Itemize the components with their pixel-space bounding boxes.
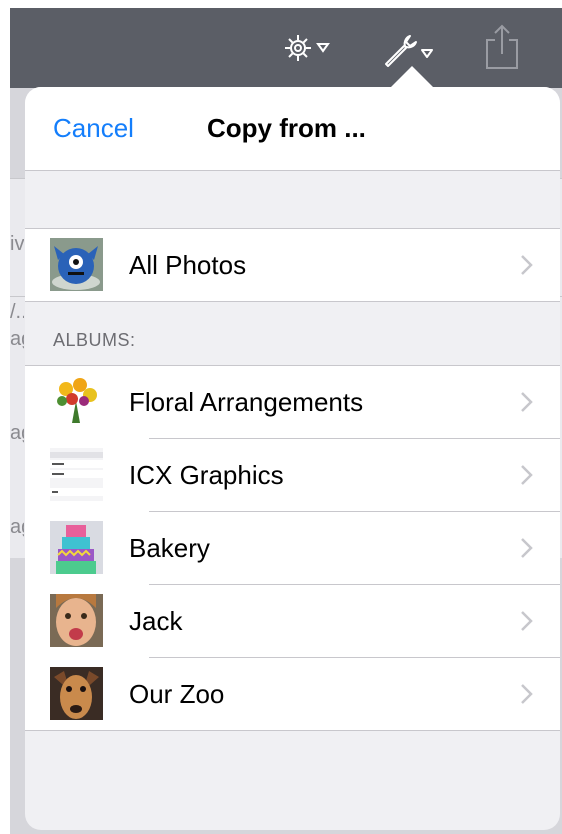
cancel-button[interactable]: Cancel <box>53 87 134 170</box>
dog-photo-thumbnail <box>50 667 103 720</box>
chevron-right-icon <box>520 537 534 564</box>
list-item-icx-graphics[interactable]: ICX Graphics <box>25 439 560 512</box>
list-item-label: Jack <box>129 606 183 636</box>
list-item-all-photos[interactable]: All Photos <box>25 229 560 302</box>
chevron-right-icon <box>520 464 534 491</box>
chevron-right-icon <box>520 683 534 710</box>
all-photos-group: All Photos <box>25 228 560 302</box>
list-item-our-zoo[interactable]: Our Zoo <box>25 658 560 731</box>
gear-icon[interactable] <box>280 30 340 75</box>
list-item-label: Our Zoo <box>129 679 225 709</box>
background-text: /.. <box>10 301 24 323</box>
list-item-label: All Photos <box>129 250 247 280</box>
list-item-label: Bakery <box>129 533 210 563</box>
list-item-jack[interactable]: Jack <box>25 585 560 658</box>
chevron-right-icon <box>520 391 534 418</box>
share-icon[interactable] <box>482 22 522 77</box>
list-item-floral-arrangements[interactable]: Floral Arrangements <box>25 366 560 439</box>
albums-section-header: ALBUMS: <box>53 330 136 350</box>
chevron-right-icon <box>520 610 534 637</box>
albums-list: Floral Arrangements ICX Graphics Bakery … <box>25 365 560 731</box>
child-photo-thumbnail <box>50 594 103 647</box>
background-text: ag <box>10 422 24 444</box>
toolbar <box>10 8 562 88</box>
popover-nav-bar: Cancel Copy from ... <box>25 87 560 171</box>
copy-from-popover: Cancel Copy from ... All Photos ALBUMS: … <box>25 87 560 830</box>
monster-cake-thumbnail <box>50 238 103 291</box>
popover-arrow <box>390 66 434 88</box>
popover-title: Copy from ... <box>207 113 366 143</box>
list-item-bakery[interactable]: Bakery <box>25 512 560 585</box>
flower-bouquet-thumbnail <box>50 375 103 428</box>
list-item-label: ICX Graphics <box>129 460 284 490</box>
list-item-label: Floral Arrangements <box>129 387 364 417</box>
background-text: ag <box>10 328 24 350</box>
background-text: ag <box>10 516 24 538</box>
settings-screenshot-thumbnail <box>50 448 103 501</box>
background-text: iv <box>10 233 24 255</box>
chevron-right-icon <box>520 254 534 281</box>
layer-cake-thumbnail <box>50 521 103 574</box>
